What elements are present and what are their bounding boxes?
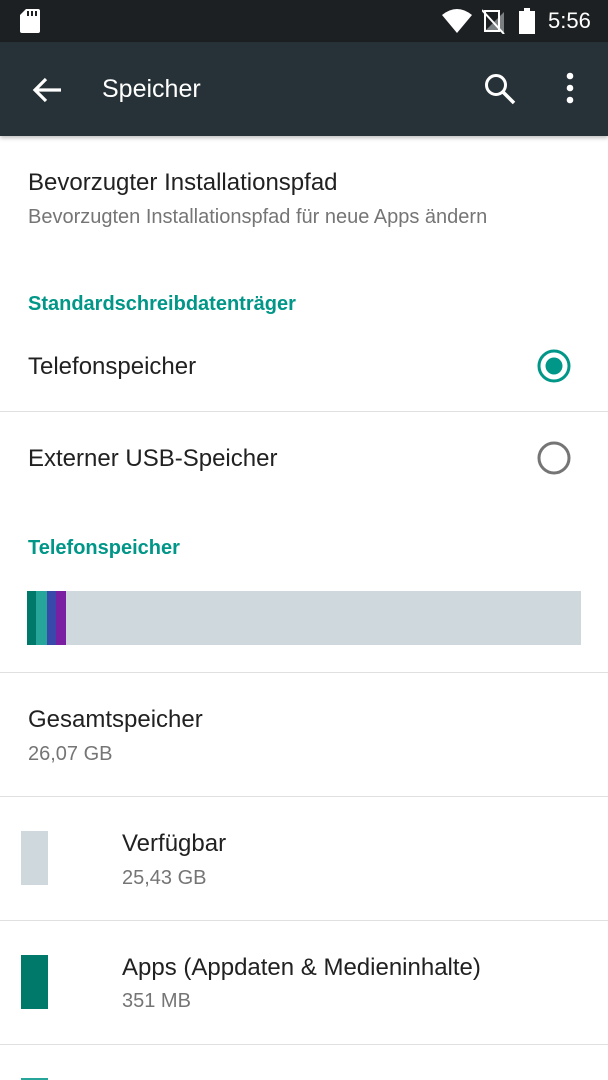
search-icon[interactable] [483,72,517,106]
toolbar: Speicher [0,42,608,136]
storage-item-title: Verfügbar [122,830,227,857]
storage-bar-segment [46,591,56,645]
arrow-back-icon[interactable] [30,72,66,108]
storage-item-value: 25,43 GB [122,867,207,889]
page-title: Speicher [102,75,201,103]
divider [0,920,608,921]
radio-selected-icon[interactable] [537,349,571,383]
radio-unselected-icon[interactable] [537,441,571,475]
storage-usage-bar [27,591,581,645]
divider [0,1044,608,1045]
total-storage-value: 26,07 GB [28,743,113,765]
default-write-disk-header: Standardschreibdatenträger [28,293,296,315]
wifi-icon [442,9,472,33]
available-color-swatch [21,831,48,885]
divider [0,672,608,673]
radio-option-label: Telefonspeicher [28,353,197,380]
storage-item-title: Apps (Appdaten & Medieninhalte) [122,954,481,981]
storage-bar-segment [35,591,47,645]
no-signal-icon [482,9,505,34]
apps-color-swatch [21,955,48,1009]
divider [0,411,608,412]
total-storage-title: Gesamtspeicher [28,706,203,733]
divider [0,796,608,797]
sd-card-icon [20,9,40,33]
status-bar: 5:56 [0,0,608,42]
more-vert-icon[interactable] [556,70,584,106]
storage-bar-segment [27,591,36,645]
radio-option-label: Externer USB-Speicher [28,445,278,472]
install-path-title: Bevorzugter Installationspfad [28,169,338,196]
storage-item-value: 351 MB [122,990,191,1012]
battery-icon [519,8,535,34]
clock: 5:56 [548,8,591,33]
phone-storage-header: Telefonspeicher [28,537,180,559]
install-path-summary: Bevorzugten Installationspfad für neue A… [28,206,488,228]
storage-bar-segment [55,591,67,645]
